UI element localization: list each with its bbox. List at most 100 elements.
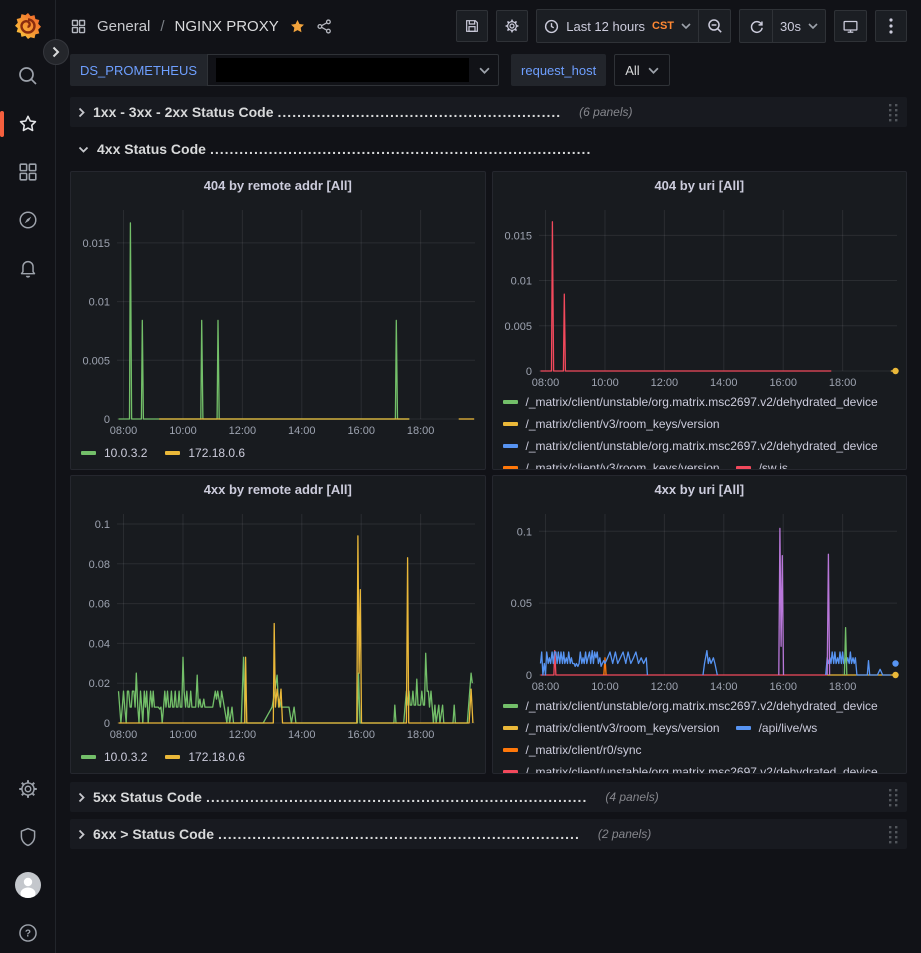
legend-item[interactable]: /api/live/ws <box>736 717 818 739</box>
svg-text:18:00: 18:00 <box>407 425 435 437</box>
sidebar-item-configuration[interactable] <box>16 777 40 801</box>
sidebar-item-profile[interactable] <box>16 873 40 897</box>
svg-text:16:00: 16:00 <box>347 425 375 437</box>
row-drag-handle[interactable] <box>888 825 899 844</box>
legend-swatch <box>503 726 518 730</box>
request-host-selected: All <box>625 63 639 78</box>
bell-icon <box>17 257 39 279</box>
legend-item[interactable]: /sw.js <box>736 457 788 469</box>
breadcrumb-folder[interactable]: General <box>97 18 150 35</box>
legend-item[interactable]: /_matrix/client/v3/room_keys/version <box>503 717 720 739</box>
avatar <box>15 872 41 898</box>
variable-request-host-label[interactable]: request_host <box>511 54 606 86</box>
svg-text:0: 0 <box>525 366 531 378</box>
svg-text:08:00: 08:00 <box>110 425 138 437</box>
sidebar-item-starred[interactable] <box>16 112 40 136</box>
sidebar-item-dashboards[interactable] <box>16 160 40 184</box>
dashboard-settings-button[interactable] <box>496 10 528 42</box>
row-6xx[interactable]: 6xx > Status Code ......................… <box>70 819 907 849</box>
legend-swatch <box>503 748 518 752</box>
legend-swatch <box>736 726 751 730</box>
clock-icon <box>544 19 559 34</box>
refresh-button[interactable] <box>740 10 772 42</box>
svg-text:16:00: 16:00 <box>769 681 797 693</box>
legend-swatch <box>736 466 751 469</box>
row-4xx[interactable]: 4xx Status Code ........................… <box>70 134 907 164</box>
legend-item[interactable]: 172.18.0.6 <box>165 750 245 764</box>
svg-text:10:00: 10:00 <box>169 729 197 741</box>
sidebar-item-alerting[interactable] <box>16 256 40 280</box>
panel-title[interactable]: 4xx by uri [All] <box>493 476 907 504</box>
legend-swatch <box>165 451 180 455</box>
chart-plot[interactable]: 08:0010:0012:0014:0016:0018:0000.050.1 <box>493 504 907 695</box>
legend-label: /_matrix/client/r0/sync <box>526 739 642 761</box>
chevron-right-icon <box>78 107 85 118</box>
chart-plot[interactable]: 08:0010:0012:0014:0016:0018:0000.0050.01… <box>71 200 485 439</box>
svg-text:0.01: 0.01 <box>510 276 531 288</box>
legend-item[interactable]: /_matrix/client/unstable/org.matrix.msc2… <box>503 391 878 413</box>
sidebar-item-help[interactable]: ? <box>16 921 40 945</box>
row-5xx[interactable]: 5xx Status Code ........................… <box>70 782 907 812</box>
variable-datasource-label[interactable]: DS_PROMETHEUS <box>70 54 207 86</box>
kebab-menu-button[interactable] <box>875 10 907 42</box>
gear-icon <box>504 18 520 34</box>
legend-item[interactable]: /_matrix/client/v3/room_keys/version <box>503 457 720 469</box>
svg-text:0: 0 <box>104 414 110 426</box>
save-dashboard-button[interactable] <box>456 10 488 42</box>
legend-label: /_matrix/client/unstable/org.matrix.msc2… <box>526 761 878 773</box>
share-icon[interactable] <box>316 18 333 35</box>
legend-item[interactable]: 10.0.3.2 <box>81 750 147 764</box>
row-drag-handle[interactable] <box>888 788 899 807</box>
panel-legend: 10.0.3.2 172.18.0.6 <box>71 439 485 469</box>
legend-swatch <box>503 704 518 708</box>
variable-datasource-value[interactable] <box>207 54 499 86</box>
grafana-logo[interactable] <box>12 10 44 42</box>
legend-item[interactable]: /_matrix/client/v3/room_keys/version <box>503 413 720 435</box>
legend-item[interactable]: /_matrix/client/unstable/org.matrix.msc2… <box>503 435 878 457</box>
tv-mode-button[interactable] <box>834 10 867 42</box>
sidebar-expand-button[interactable] <box>43 39 69 65</box>
row-panel-count: (6 panels) <box>579 105 632 119</box>
active-section-indicator <box>0 111 4 137</box>
chart-plot[interactable]: 08:0010:0012:0014:0016:0018:0000.0050.01… <box>493 200 907 391</box>
legend-item[interactable]: 10.0.3.2 <box>81 446 147 460</box>
chart-plot[interactable]: 08:0010:0012:0014:0016:0018:0000.020.040… <box>71 504 485 743</box>
svg-text:10:00: 10:00 <box>169 425 197 437</box>
time-range-picker[interactable]: Last 12 hours CST <box>537 10 698 42</box>
panel-404-by-remote-addr: 404 by remote addr [All] 08:0010:0012:00… <box>70 171 486 470</box>
legend-item[interactable]: /_matrix/client/unstable/org.matrix.msc2… <box>503 761 878 773</box>
refresh-interval-picker[interactable]: 30s <box>772 10 825 42</box>
panel-4xx-by-remote-addr: 4xx by remote addr [All] 08:0010:0012:00… <box>70 475 486 774</box>
panel-title[interactable]: 4xx by remote addr [All] <box>71 476 485 504</box>
variables-row: DS_PROMETHEUS request_host All <box>56 52 921 94</box>
panel-legend: /_matrix/client/unstable/org.matrix.msc2… <box>493 695 907 773</box>
save-icon <box>464 18 480 34</box>
sidebar-item-explore[interactable] <box>16 208 40 232</box>
row-title-dots: ........................................… <box>210 141 591 157</box>
sidebar-item-server-admin[interactable] <box>16 825 40 849</box>
svg-text:0: 0 <box>525 670 531 682</box>
legend-swatch <box>165 755 180 759</box>
legend-label: /api/live/ws <box>759 717 818 739</box>
legend-item[interactable]: /_matrix/client/r0/sync <box>503 739 642 761</box>
panel-title[interactable]: 404 by uri [All] <box>493 172 907 200</box>
top-navbar: General / NGINX PROXY Last 12 hours CST <box>56 0 921 52</box>
panel-title[interactable]: 404 by remote addr [All] <box>71 172 485 200</box>
favorite-star-icon[interactable] <box>289 18 306 35</box>
svg-text:0.05: 0.05 <box>510 598 531 610</box>
legend-swatch <box>81 755 96 759</box>
row-1xx-3xx-2xx[interactable]: 1xx - 3xx - 2xx Status Code ............… <box>70 97 907 127</box>
chevron-down-icon <box>479 67 490 74</box>
row-drag-handle[interactable] <box>888 103 899 122</box>
svg-text:08:00: 08:00 <box>531 681 559 693</box>
sidebar-item-search[interactable] <box>16 64 40 88</box>
time-range-label: Last 12 hours <box>566 19 645 34</box>
svg-text:14:00: 14:00 <box>288 729 316 741</box>
panel-legend: 10.0.3.2 172.18.0.6 <box>71 743 485 773</box>
legend-label: /_matrix/client/v3/room_keys/version <box>526 717 720 739</box>
variable-request-host: request_host All <box>511 54 670 86</box>
legend-item[interactable]: 172.18.0.6 <box>165 446 245 460</box>
zoom-out-button[interactable] <box>698 10 730 42</box>
variable-request-host-value[interactable]: All <box>614 54 669 86</box>
legend-item[interactable]: /_matrix/client/unstable/org.matrix.msc2… <box>503 695 878 717</box>
